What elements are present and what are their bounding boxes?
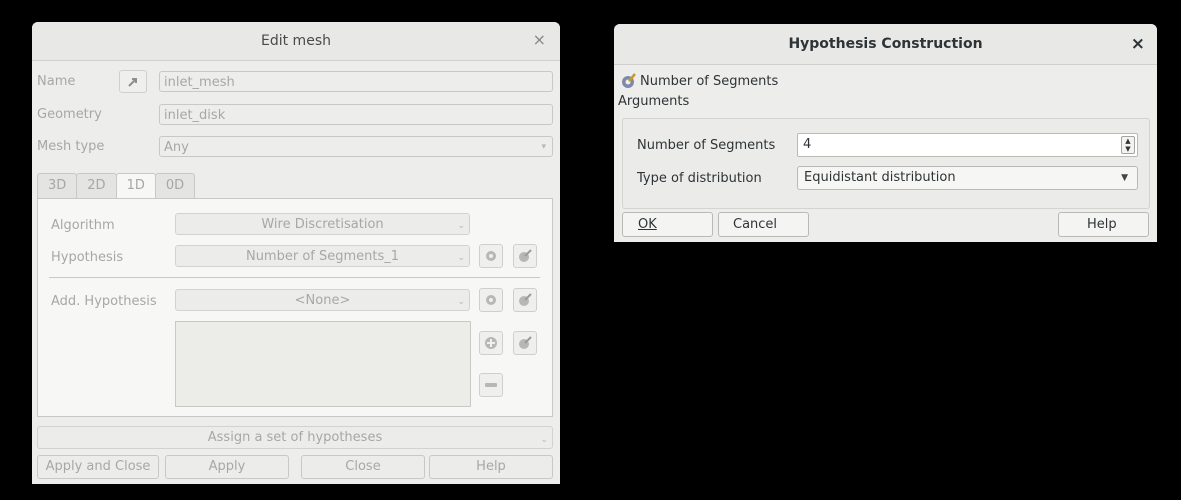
select-object-button[interactable] — [119, 70, 147, 93]
num-segments-spinbox[interactable]: 4 ▲ ▼ — [797, 133, 1138, 157]
chevron-down-icon: ⌄ — [540, 435, 548, 445]
hypothesis-label: Hypothesis — [51, 250, 124, 265]
arguments-group: Number of Segments 4 ▲ ▼ Type of distrib… — [622, 118, 1150, 209]
spinbox-arrows[interactable]: ▲ ▼ — [1121, 136, 1135, 154]
chevron-down-icon: ⌄ — [457, 297, 465, 307]
plus-icon — [485, 337, 497, 349]
chevron-down-icon: ▾ — [541, 142, 546, 152]
edit-mesh-dialog: Edit mesh × Name inlet_mesh Geometry inl… — [32, 22, 560, 484]
tab-panel-1d: Algorithm Wire Discretisation ⌄ Hypothes… — [37, 198, 553, 417]
assign-hypotheses-label: Assign a set of hypotheses — [207, 430, 383, 445]
add-hypothesis-button[interactable] — [479, 331, 503, 355]
add-hypothesis-value: <None> — [294, 293, 351, 308]
ok-button-label: OK — [638, 217, 657, 232]
algorithm-value: Wire Discretisation — [261, 217, 384, 232]
create-hypothesis-button[interactable] — [479, 244, 503, 268]
apply-and-close-button[interactable]: Apply and Close — [37, 455, 159, 479]
distribution-label: Type of distribution — [637, 171, 762, 186]
algorithm-label: Algorithm — [51, 218, 115, 233]
assign-hypotheses-set-select[interactable]: Assign a set of hypotheses ⌄ — [37, 426, 553, 449]
create-add-hypothesis-button[interactable] — [479, 288, 503, 312]
arrow-select-icon — [128, 77, 137, 87]
hypothesis-value: Number of Segments_1 — [245, 249, 400, 264]
separator — [49, 277, 540, 278]
close-icon[interactable]: × — [533, 30, 546, 49]
dimension-tabs: 3D 2D 1D 0D — [37, 173, 196, 200]
chevron-down-icon: ⌄ — [457, 221, 465, 231]
name-label: Name — [37, 74, 76, 89]
chevron-up-icon[interactable]: ▲ — [1122, 137, 1134, 145]
distribution-value: Equidistant distribution — [804, 170, 956, 185]
geometry-field[interactable]: inlet_disk — [159, 104, 553, 125]
cancel-button-label: Cancel — [733, 217, 778, 232]
add-hypothesis-select[interactable]: <None> ⌄ — [175, 289, 470, 311]
edit-add-hypothesis-button[interactable] — [513, 288, 537, 312]
edit-hypothesis-button[interactable] — [513, 244, 537, 268]
edit-gear-icon — [519, 336, 532, 349]
help-button[interactable]: Help — [1058, 212, 1149, 237]
cancel-button[interactable]: Cancel — [718, 212, 809, 237]
gear-icon — [486, 251, 496, 261]
close-button[interactable]: Close — [301, 455, 425, 479]
mesh-type-value: Any — [164, 140, 189, 155]
chevron-down-icon: ⌄ — [457, 253, 465, 263]
arguments-label: Arguments — [618, 94, 690, 109]
mesh-type-label: Mesh type — [37, 139, 105, 154]
tab-1d[interactable]: 1D — [115, 173, 156, 200]
edit-mesh-title: Edit mesh — [261, 33, 331, 49]
chevron-down-icon: ▼ — [1121, 173, 1128, 183]
edit-gear-icon — [519, 293, 532, 306]
add-hypothesis-label: Add. Hypothesis — [51, 294, 157, 309]
num-segments-value: 4 — [803, 137, 812, 152]
additional-hypotheses-list[interactable] — [175, 321, 471, 407]
minus-icon — [485, 383, 497, 387]
algorithm-select[interactable]: Wire Discretisation ⌄ — [175, 213, 470, 235]
hypothesis-type-label: Number of Segments — [640, 74, 779, 89]
hypothesis-select[interactable]: Number of Segments_1 ⌄ — [175, 245, 470, 267]
geometry-label: Geometry — [37, 107, 102, 122]
edit-list-hypothesis-button[interactable] — [513, 331, 537, 355]
tab-3d[interactable]: 3D — [37, 173, 78, 198]
hypothesis-titlebar: Hypothesis Construction × — [614, 24, 1157, 65]
edit-gear-icon — [519, 249, 532, 262]
num-segments-label: Number of Segments — [637, 138, 776, 153]
ok-button[interactable]: OK — [622, 212, 713, 237]
chevron-down-icon[interactable]: ▼ — [1122, 145, 1134, 153]
edit-mesh-titlebar: Edit mesh × — [32, 22, 560, 61]
tab-2d[interactable]: 2D — [76, 173, 117, 198]
mesh-type-select[interactable]: Any ▾ — [159, 136, 553, 157]
help-button-label: Help — [1087, 217, 1117, 232]
gear-icon — [486, 295, 496, 305]
hypothesis-gear-icon — [622, 73, 636, 88]
apply-button[interactable]: Apply — [165, 455, 289, 479]
hypothesis-construction-dialog: Hypothesis Construction × Number of Segm… — [614, 24, 1157, 242]
remove-hypothesis-button[interactable] — [479, 373, 503, 397]
hypothesis-title: Hypothesis Construction — [788, 36, 983, 52]
distribution-select[interactable]: Equidistant distribution ▼ — [797, 166, 1138, 190]
help-button[interactable]: Help — [429, 455, 553, 479]
close-icon[interactable]: × — [1131, 34, 1145, 54]
name-field[interactable]: inlet_mesh — [159, 71, 553, 92]
tab-0d[interactable]: 0D — [154, 173, 196, 198]
